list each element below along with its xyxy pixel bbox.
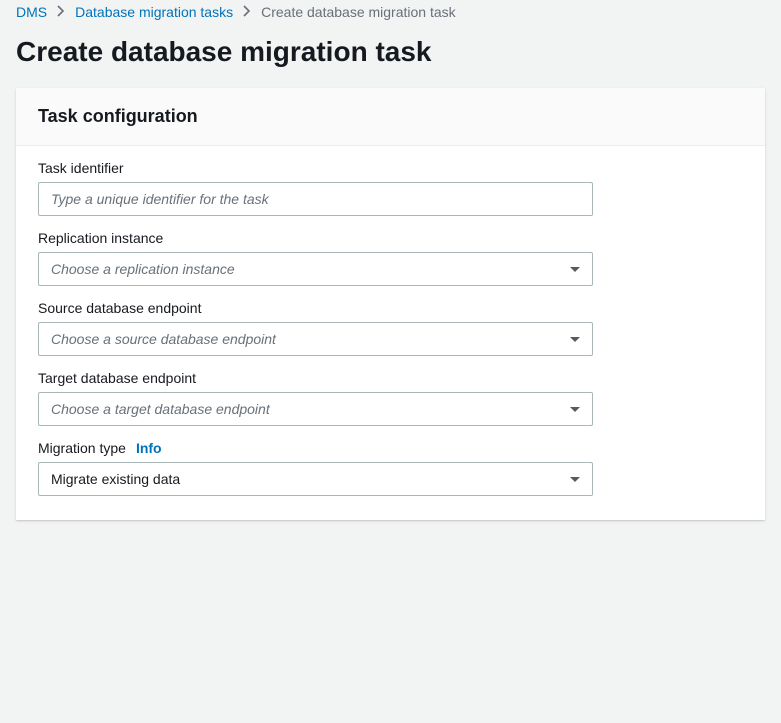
task-identifier-label: Task identifier: [38, 160, 743, 176]
breadcrumb: DMS Database migration tasks Create data…: [0, 0, 781, 20]
source-endpoint-label: Source database endpoint: [38, 300, 743, 316]
page-title: Create database migration task: [0, 20, 781, 88]
target-endpoint-placeholder: Choose a target database endpoint: [51, 401, 270, 417]
source-endpoint-group: Source database endpoint Choose a source…: [38, 300, 743, 356]
target-endpoint-select[interactable]: Choose a target database endpoint: [38, 392, 593, 426]
replication-instance-select[interactable]: Choose a replication instance: [38, 252, 593, 286]
source-endpoint-placeholder: Choose a source database endpoint: [51, 331, 276, 347]
migration-type-select[interactable]: Migrate existing data: [38, 462, 593, 496]
caret-down-icon: [570, 337, 580, 342]
panel-header: Task configuration: [16, 88, 765, 146]
replication-instance-placeholder: Choose a replication instance: [51, 261, 235, 277]
chevron-right-icon: [57, 4, 65, 20]
replication-instance-label: Replication instance: [38, 230, 743, 246]
source-endpoint-select[interactable]: Choose a source database endpoint: [38, 322, 593, 356]
migration-type-value: Migrate existing data: [51, 471, 180, 487]
caret-down-icon: [570, 407, 580, 412]
target-endpoint-label: Target database endpoint: [38, 370, 743, 386]
breadcrumb-migration-tasks[interactable]: Database migration tasks: [75, 4, 233, 20]
migration-type-group: Migration type Info Migrate existing dat…: [38, 440, 743, 496]
migration-type-label: Migration type: [38, 440, 126, 456]
replication-instance-group: Replication instance Choose a replicatio…: [38, 230, 743, 286]
migration-type-info-link[interactable]: Info: [136, 440, 162, 456]
task-identifier-input[interactable]: [38, 182, 593, 216]
breadcrumb-dms[interactable]: DMS: [16, 4, 47, 20]
target-endpoint-group: Target database endpoint Choose a target…: [38, 370, 743, 426]
caret-down-icon: [570, 267, 580, 272]
breadcrumb-current: Create database migration task: [261, 4, 456, 20]
chevron-right-icon: [243, 4, 251, 20]
panel-body: Task identifier Replication instance Cho…: [16, 146, 765, 520]
task-configuration-panel: Task configuration Task identifier Repli…: [16, 88, 765, 520]
caret-down-icon: [570, 477, 580, 482]
task-identifier-group: Task identifier: [38, 160, 743, 216]
migration-type-label-row: Migration type Info: [38, 440, 743, 456]
